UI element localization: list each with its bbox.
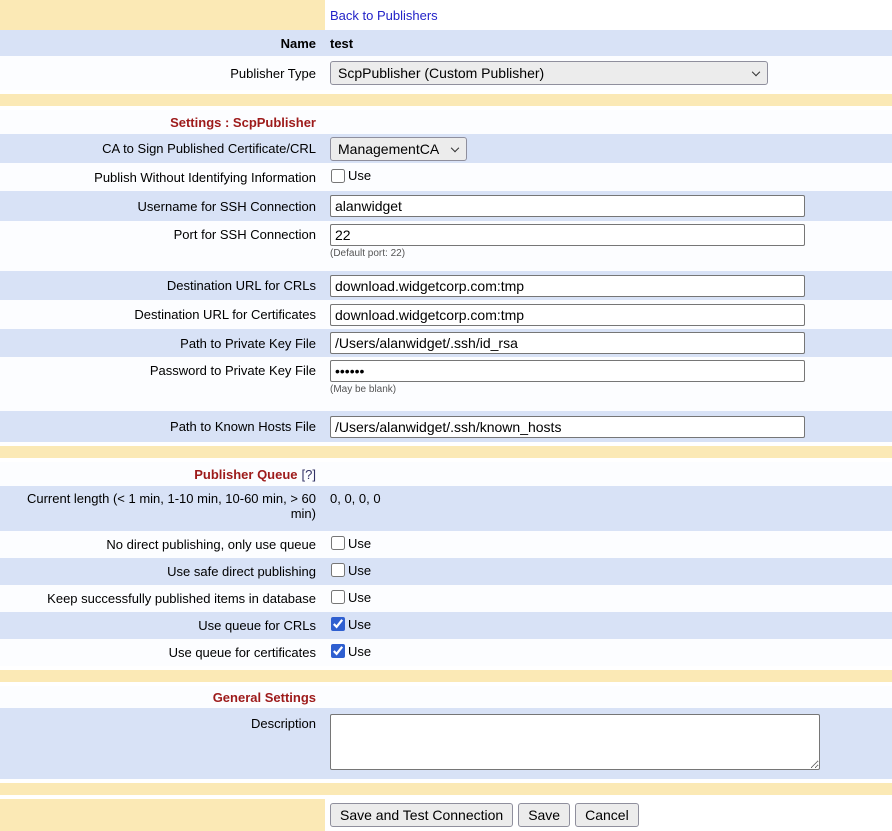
actions-left-spacer [0,799,325,831]
password-hint: (May be blank) [330,384,396,395]
queue-crls-row: Use queue for CRLs Use [0,612,892,639]
privkey-input[interactable] [330,332,805,354]
port-row: Port for SSH Connection (Default port: 2… [0,221,892,271]
section-separator [0,446,892,458]
queue-length-value: 0, 0, 0, 0 [325,486,892,506]
crl-url-label: Destination URL for CRLs [0,278,325,293]
header-left-spacer [0,0,325,30]
queue-certs-checkbox-label: Use [348,644,371,659]
anonymize-row: Publish Without Identifying Information … [0,163,892,191]
password-label: Password to Private Key File [0,357,325,378]
publisher-type-select-wrap: ScpPublisher (Custom Publisher) [330,61,768,85]
keep-published-checkbox[interactable] [331,590,345,604]
publisher-type-row: Publisher Type ScpPublisher (Custom Publ… [0,56,892,90]
password-input[interactable] [330,360,805,382]
ca-select-wrap: ManagementCA [330,137,467,161]
queue-length-row: Current length (< 1 min, 1-10 min, 10-60… [0,486,892,531]
keep-published-row: Keep successfully published items in dat… [0,585,892,612]
save-button[interactable]: Save [518,803,570,827]
section-separator [0,783,892,795]
general-section-title: General Settings [213,690,316,705]
anonymize-label: Publish Without Identifying Information [0,170,325,185]
queue-crls-checkbox[interactable] [331,617,345,631]
port-hint: (Default port: 22) [330,248,405,259]
queue-help-link[interactable]: [?] [302,467,316,482]
anonymize-checkbox[interactable] [331,169,345,183]
safe-direct-checkbox-label: Use [348,563,371,578]
knownhosts-row: Path to Known Hosts File [0,411,892,442]
no-direct-checkbox-label: Use [348,536,371,551]
username-row: Username for SSH Connection [0,191,892,221]
no-direct-checkbox[interactable] [331,536,345,550]
name-row: Name test [0,30,892,56]
queue-certs-label: Use queue for certificates [0,645,325,660]
privkey-row: Path to Private Key File [0,329,892,357]
queue-crls-checkbox-label: Use [348,617,371,632]
header-row: Back to Publishers [0,0,892,30]
username-input[interactable] [330,195,805,217]
cert-url-label: Destination URL for Certificates [0,307,325,322]
description-textarea[interactable] [330,714,820,770]
description-row: Description [0,708,892,779]
port-input[interactable] [330,224,805,246]
queue-crls-use-option[interactable]: Use [330,617,371,632]
knownhosts-label: Path to Known Hosts File [0,419,325,434]
cancel-button[interactable]: Cancel [575,803,639,827]
actions-row: Save and Test Connection Save Cancel [0,799,892,831]
no-direct-row: No direct publishing, only use queue Use [0,531,892,558]
settings-section-title: Settings : ScpPublisher [170,115,316,130]
anonymize-use-option[interactable]: Use [330,168,371,183]
publisher-type-label: Publisher Type [0,66,325,81]
queue-certs-use-option[interactable]: Use [330,644,371,659]
general-section-header: General Settings [0,686,892,708]
anonymize-checkbox-label: Use [348,168,371,183]
ca-label: CA to Sign Published Certificate/CRL [0,141,325,156]
ca-select[interactable]: ManagementCA [330,137,467,161]
safe-direct-row: Use safe direct publishing Use [0,558,892,585]
ca-row: CA to Sign Published Certificate/CRL Man… [0,134,892,163]
settings-section-header: Settings : ScpPublisher [0,110,892,134]
queue-certs-checkbox[interactable] [331,644,345,658]
queue-section-header: Publisher Queue [?] [0,462,892,486]
safe-direct-use-option[interactable]: Use [330,563,371,578]
queue-certs-row: Use queue for certificates Use [0,639,892,666]
keep-published-checkbox-label: Use [348,590,371,605]
keep-published-label: Keep successfully published items in dat… [0,591,325,606]
knownhosts-input[interactable] [330,416,805,438]
cert-url-input[interactable] [330,304,805,326]
section-separator [0,670,892,682]
keep-published-use-option[interactable]: Use [330,590,371,605]
name-label: Name [0,36,325,51]
safe-direct-checkbox[interactable] [331,563,345,577]
name-value: test [325,36,892,51]
queue-length-label: Current length (< 1 min, 1-10 min, 10-60… [0,486,325,521]
edit-publisher-page: Back to Publishers Name test Publisher T… [0,0,892,831]
port-label: Port for SSH Connection [0,221,325,242]
privkey-label: Path to Private Key File [0,336,325,351]
section-separator [0,94,892,106]
description-label: Description [0,708,325,731]
safe-direct-label: Use safe direct publishing [0,564,325,579]
queue-section-title: Publisher Queue [194,467,297,482]
no-direct-use-option[interactable]: Use [330,536,371,551]
back-to-publishers-link[interactable]: Back to Publishers [330,8,438,23]
publisher-type-select[interactable]: ScpPublisher (Custom Publisher) [330,61,768,85]
crl-url-row: Destination URL for CRLs [0,271,892,300]
save-and-test-button[interactable]: Save and Test Connection [330,803,513,827]
cert-url-row: Destination URL for Certificates [0,300,892,329]
username-label: Username for SSH Connection [0,199,325,214]
crl-url-input[interactable] [330,275,805,297]
queue-crls-label: Use queue for CRLs [0,618,325,633]
password-row: Password to Private Key File (May be bla… [0,357,892,411]
no-direct-label: No direct publishing, only use queue [0,537,325,552]
